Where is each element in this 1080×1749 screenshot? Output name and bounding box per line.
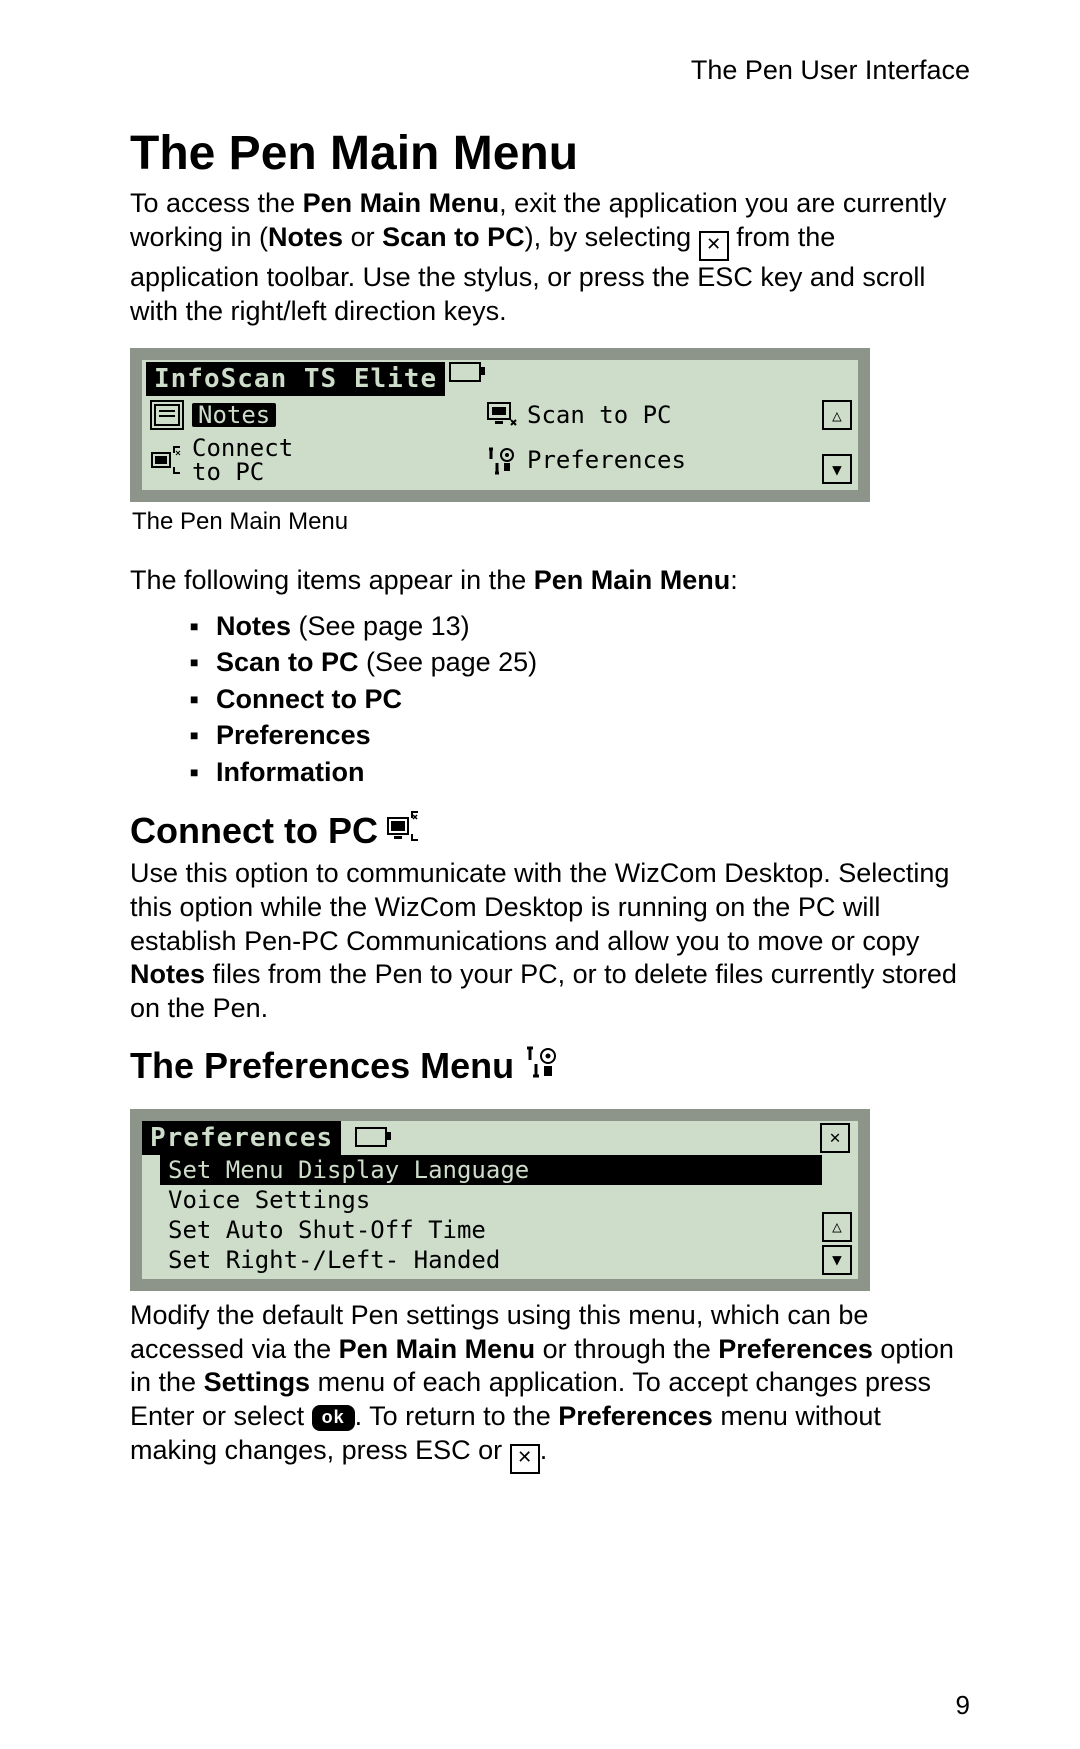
menu-item-notes: Notes: [150, 400, 485, 430]
notes-icon: [150, 400, 184, 430]
figure-caption: The Pen Main Menu: [132, 508, 970, 536]
close-icon: ✕: [699, 231, 729, 261]
close-icon: ✕: [510, 1444, 540, 1474]
preferences-screenshot: Preferences ✕ Set Menu Display LanguageV…: [130, 1109, 870, 1291]
connect-icon: [150, 445, 184, 475]
preferences-list-item: Set Menu Display Language: [160, 1155, 822, 1185]
list-item: Connect to PC: [190, 681, 970, 717]
text-bold: Pen Main Menu: [303, 188, 500, 218]
page-number: 9: [956, 1690, 970, 1721]
lcd-title: InfoScan TS Elite: [146, 362, 445, 396]
text-bold: Notes: [268, 222, 343, 252]
menu-label: Preferences: [527, 448, 686, 472]
preferences-icon: [522, 1044, 558, 1089]
text: Use this option to communicate with the …: [130, 858, 949, 956]
monitor-icon: [485, 400, 519, 430]
menu-label: Notes: [192, 403, 276, 427]
text: ), by selecting: [525, 222, 699, 252]
text-bold: Pen Main Menu: [534, 565, 731, 595]
preferences-icon: [485, 445, 519, 475]
list-item-bold: Preferences: [216, 720, 371, 750]
menu-items-list: Notes (See page 13)Scan to PC (See page …: [130, 608, 970, 790]
text: or through the: [535, 1334, 718, 1364]
text: . To return to the: [355, 1401, 559, 1431]
close-icon: ✕: [820, 1123, 850, 1153]
lcd-title: Preferences: [142, 1121, 341, 1155]
list-item-bold: Notes: [216, 611, 291, 641]
menu-item-connect-to-pc: Connectto PC: [150, 436, 485, 484]
list-item-bold: Connect to PC: [216, 684, 402, 714]
list-item-rest: (See page 25): [359, 647, 538, 677]
menu-label: Connectto PC: [192, 436, 293, 484]
list-item: Scan to PC (See page 25): [190, 644, 970, 680]
text-bold: Notes: [130, 959, 205, 989]
list-item: Information: [190, 754, 970, 790]
preferences-list-item: Set Right-/Left- Handed: [160, 1245, 822, 1275]
scroll-down-icon: ▼: [822, 454, 852, 484]
preferences-paragraph: Modify the default Pen settings using th…: [130, 1299, 970, 1474]
battery-icon: [449, 362, 481, 382]
text-bold: Preferences: [558, 1401, 713, 1431]
menu-item-scan-to-pc: Scan to PC: [485, 400, 820, 430]
text: :: [730, 565, 738, 595]
text: or: [343, 222, 382, 252]
text-bold: Preferences: [718, 1334, 873, 1364]
scroll-down-icon: ▼: [822, 1245, 852, 1275]
running-header: The Pen User Interface: [130, 55, 970, 86]
text-bold: Scan to PC: [382, 222, 525, 252]
list-item: Preferences: [190, 717, 970, 753]
list-item: Notes (See page 13): [190, 608, 970, 644]
text-bold: Settings: [204, 1367, 311, 1397]
text: The following items appear in the: [130, 565, 534, 595]
connect-paragraph: Use this option to communicate with the …: [130, 857, 970, 1026]
list-item-bold: Information: [216, 757, 365, 787]
preferences-list-item: Voice Settings: [160, 1185, 822, 1215]
section-heading-connect: Connect to PC: [130, 808, 970, 853]
text-bold: Pen Main Menu: [339, 1334, 536, 1364]
text: files from the Pen to your PC, or to del…: [130, 959, 957, 1023]
battery-icon: [355, 1127, 387, 1147]
text: .: [540, 1435, 548, 1465]
section-heading-preferences: The Preferences Menu: [130, 1044, 970, 1089]
mid-paragraph: The following items appear in the Pen Ma…: [130, 564, 970, 598]
text: To access the: [130, 188, 303, 218]
intro-paragraph: To access the Pen Main Menu, exit the ap…: [130, 187, 970, 328]
preferences-list: Set Menu Display LanguageVoice SettingsS…: [142, 1155, 822, 1279]
preferences-list-item: Set Auto Shut-Off Time: [160, 1215, 822, 1245]
ok-icon: ok: [312, 1405, 355, 1431]
scroll-up-icon: △: [822, 400, 852, 430]
main-menu-screenshot: InfoScan TS Elite Notes Scan to PC △ ▼: [130, 348, 870, 502]
menu-label: Scan to PC: [527, 403, 672, 427]
scroll-up-icon: △: [822, 1212, 852, 1242]
list-item-bold: Scan to PC: [216, 647, 359, 677]
connect-icon: [386, 808, 422, 853]
heading-text: The Preferences Menu: [130, 1045, 514, 1087]
menu-item-preferences: Preferences: [485, 436, 820, 484]
page-title: The Pen Main Menu: [130, 126, 970, 181]
heading-text: Connect to PC: [130, 810, 378, 852]
list-item-rest: (See page 13): [291, 611, 470, 641]
